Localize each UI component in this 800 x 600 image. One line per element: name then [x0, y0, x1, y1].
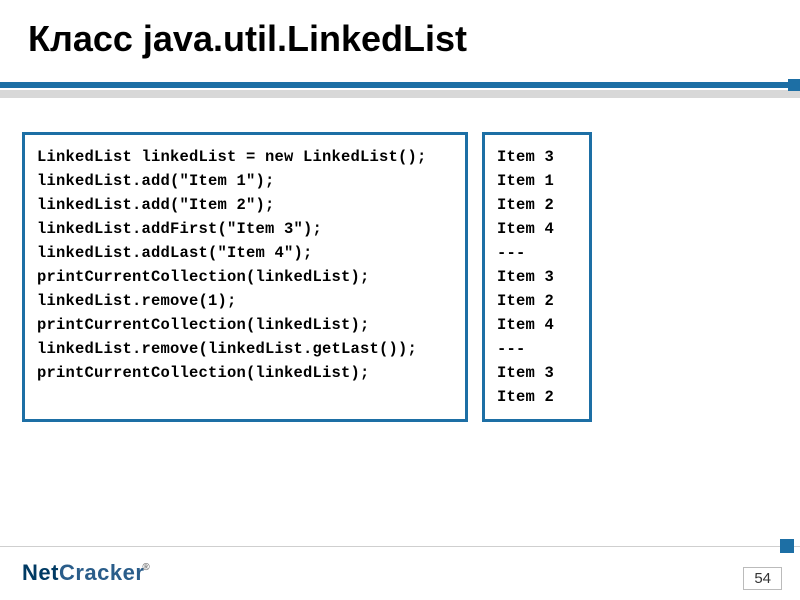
code-line: linkedList.remove(linkedList.getLast()); — [37, 337, 453, 361]
code-line: linkedList.add("Item 1"); — [37, 169, 453, 193]
divider-bar — [0, 82, 800, 88]
output-line: Item 2 — [497, 193, 577, 217]
output-line: Item 2 — [497, 289, 577, 313]
divider-end-square — [788, 79, 800, 91]
code-line: printCurrentCollection(linkedList); — [37, 361, 453, 385]
brand-part1: Net — [22, 560, 59, 585]
footer-square-icon — [780, 539, 794, 553]
slide-title: Класс java.util.LinkedList — [0, 18, 800, 70]
registered-icon: ® — [142, 562, 150, 573]
output-line: Item 2 — [497, 385, 577, 409]
code-line: linkedList.addLast("Item 4"); — [37, 241, 453, 265]
code-line: linkedList.remove(1); — [37, 289, 453, 313]
code-block-output: Item 3 Item 1 Item 2 Item 4 --- Item 3 I… — [482, 132, 592, 422]
output-line: Item 3 — [497, 265, 577, 289]
output-line: Item 1 — [497, 169, 577, 193]
code-line: printCurrentCollection(linkedList); — [37, 313, 453, 337]
code-line: printCurrentCollection(linkedList); — [37, 265, 453, 289]
output-line: Item 4 — [497, 217, 577, 241]
code-block-source: LinkedList linkedList = new LinkedList()… — [22, 132, 468, 422]
slide: Класс java.util.LinkedList LinkedList li… — [0, 0, 800, 600]
brand-part2: Cracker — [59, 560, 144, 585]
brand-logo: NetCracker® — [22, 560, 152, 586]
code-line: linkedList.add("Item 2"); — [37, 193, 453, 217]
page-number: 54 — [743, 567, 782, 590]
output-line: Item 3 — [497, 145, 577, 169]
code-line: LinkedList linkedList = new LinkedList()… — [37, 145, 453, 169]
output-line: Item 3 — [497, 361, 577, 385]
output-line: Item 4 — [497, 313, 577, 337]
content-row: LinkedList linkedList = new LinkedList()… — [0, 98, 800, 422]
output-line: --- — [497, 337, 577, 361]
code-line: linkedList.addFirst("Item 3"); — [37, 217, 453, 241]
output-line: --- — [497, 241, 577, 265]
divider-shadow — [0, 90, 800, 98]
footer: NetCracker® 54 — [0, 546, 800, 600]
